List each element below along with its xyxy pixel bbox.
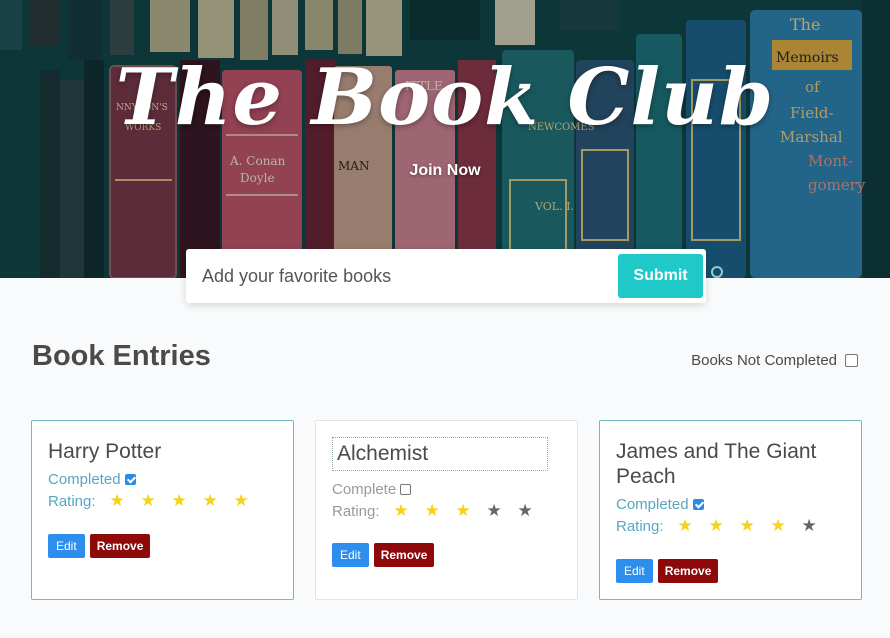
edit-button[interactable]: Edit [332, 543, 369, 567]
book-title: Harry Potter [48, 440, 162, 463]
star-icon[interactable]: ★ [172, 491, 203, 511]
card-actions: Edit Remove [48, 534, 151, 558]
carousel-dot-icon [711, 266, 723, 278]
completed-label: Completed [48, 471, 121, 488]
star-icon[interactable]: ★ [678, 516, 709, 536]
book-title: James and The Giant Peach [616, 440, 817, 488]
star-icon[interactable]: ★ [234, 491, 265, 511]
rating-row: Rating: ★ ★ ★ ★ ★ [332, 501, 549, 521]
star-icon[interactable]: ★ [487, 501, 518, 521]
remove-button[interactable]: Remove [657, 559, 719, 583]
add-book-form: Submit [186, 249, 706, 303]
hero-banner: NNYSON'S WORKS A. Conan Doyle ITTLE MAN … [0, 0, 890, 278]
star-icon[interactable]: ★ [771, 516, 802, 536]
completed-checkbox[interactable] [124, 474, 136, 485]
books-not-completed-filter[interactable]: Books Not Completed [691, 352, 858, 369]
join-now-link[interactable]: Join Now [0, 162, 890, 180]
star-icon[interactable]: ★ [456, 501, 487, 521]
remove-button[interactable]: Remove [373, 543, 435, 567]
book-card: James and The Giant Peach Completed Rati… [599, 420, 862, 600]
star-icon[interactable]: ★ [740, 516, 771, 536]
filter-label: Books Not Completed [691, 352, 837, 369]
add-book-input[interactable] [186, 249, 606, 303]
completed-status: Completed [48, 471, 136, 488]
rating-row: Rating: ★ ★ ★ ★ ★ [48, 491, 265, 511]
rating-row: Rating: ★ ★ ★ ★ ★ [616, 516, 833, 536]
book-card: Complete Rating: ★★★★★ Edit Remove [315, 420, 578, 600]
rating-label: Rating: [48, 492, 96, 510]
filter-checkbox[interactable] [845, 354, 858, 367]
completed-status: Completed [616, 496, 704, 513]
star-rating[interactable]: ★ ★ ★ ★ ★ [110, 491, 265, 511]
star-rating[interactable]: ★ ★ ★ ★ ★ [678, 516, 833, 536]
book-title-edit-input[interactable] [332, 437, 548, 471]
star-icon[interactable]: ★ [709, 516, 740, 536]
book-card: Harry Potter Completed Rating: ★ ★ ★ ★ ★ Edi… [31, 420, 294, 600]
star-icon[interactable]: ★ [394, 501, 425, 521]
rating-label: Rating: [616, 517, 664, 535]
star-icon[interactable]: ★ [203, 491, 234, 511]
submit-button[interactable]: Submit [618, 254, 703, 298]
remove-button[interactable]: Remove [89, 534, 151, 558]
edit-button[interactable]: Edit [616, 559, 653, 583]
book-entries-heading: Book Entries [32, 340, 211, 372]
card-actions: Edit Remove [332, 543, 435, 567]
star-icon[interactable]: ★ [802, 516, 833, 536]
completed-label: Complete [332, 481, 397, 498]
completed-label: Completed [616, 496, 689, 513]
star-icon[interactable]: ★ [518, 501, 549, 521]
star-rating[interactable]: ★ ★ ★ ★ ★ [394, 501, 549, 521]
edit-button[interactable]: Edit [48, 534, 85, 558]
completed-checkbox[interactable] [400, 484, 412, 495]
completed-status: Complete [332, 481, 412, 498]
star-icon[interactable]: ★ [110, 491, 141, 511]
rating-label: Rating: [332, 502, 380, 520]
site-title: The Book Club [115, 52, 775, 143]
card-actions: Edit Remove [616, 559, 719, 583]
completed-checkbox[interactable] [692, 499, 704, 510]
star-icon[interactable]: ★ [141, 491, 172, 511]
star-icon[interactable]: ★ [425, 501, 456, 521]
